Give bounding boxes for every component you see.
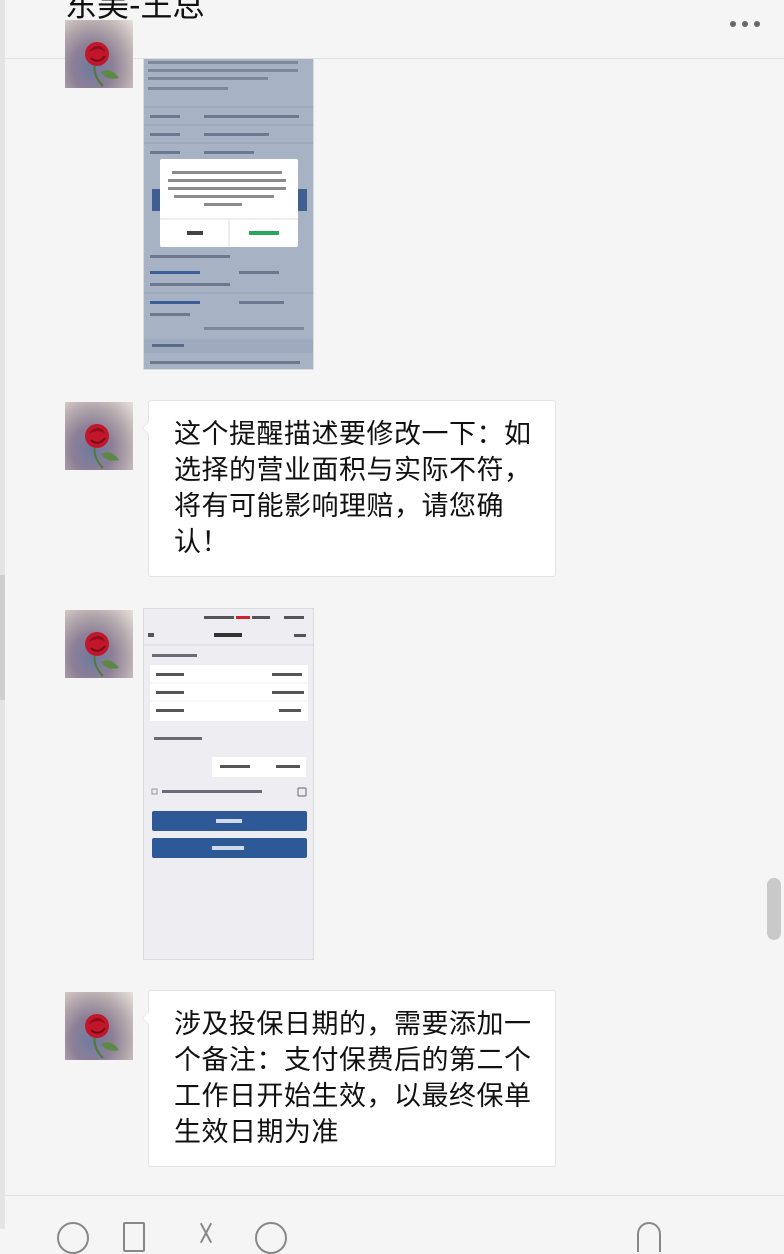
scissors-icon[interactable] — [195, 1222, 219, 1246]
message-text: 这个提醒描述要修改一下：如选择的营业面积与实际不符，将有可能影响理赔，请您确认！ — [174, 419, 532, 558]
more-dots-icon[interactable] — [724, 12, 760, 27]
image-message-screenshot[interactable] — [143, 58, 314, 370]
avatar[interactable] — [65, 20, 133, 88]
message-text: 涉及投保日期的，需要添加一个备注：支付保费后的第二个工作日开始生效，以最终保单生… — [174, 1009, 532, 1148]
avatar[interactable] — [65, 610, 133, 678]
scrollbar-thumb[interactable] — [767, 878, 781, 940]
avatar[interactable] — [65, 402, 133, 470]
emoji-icon[interactable] — [57, 1222, 89, 1254]
text-message-bubble[interactable]: 涉及投保日期的，需要添加一个备注：支付保费后的第二个工作日开始生效，以最终保单生… — [142, 990, 556, 1167]
file-icon[interactable] — [123, 1222, 145, 1252]
avatar[interactable] — [65, 992, 133, 1060]
chat-history-icon[interactable] — [255, 1222, 287, 1254]
window-left-edge-marker — [0, 575, 5, 700]
input-toolbar — [5, 1195, 784, 1254]
text-message-bubble[interactable]: 这个提醒描述要修改一下：如选择的营业面积与实际不符，将有可能影响理赔，请您确认！ — [142, 400, 556, 577]
call-icon[interactable] — [637, 1222, 661, 1252]
image-message-screenshot[interactable] — [143, 608, 314, 960]
